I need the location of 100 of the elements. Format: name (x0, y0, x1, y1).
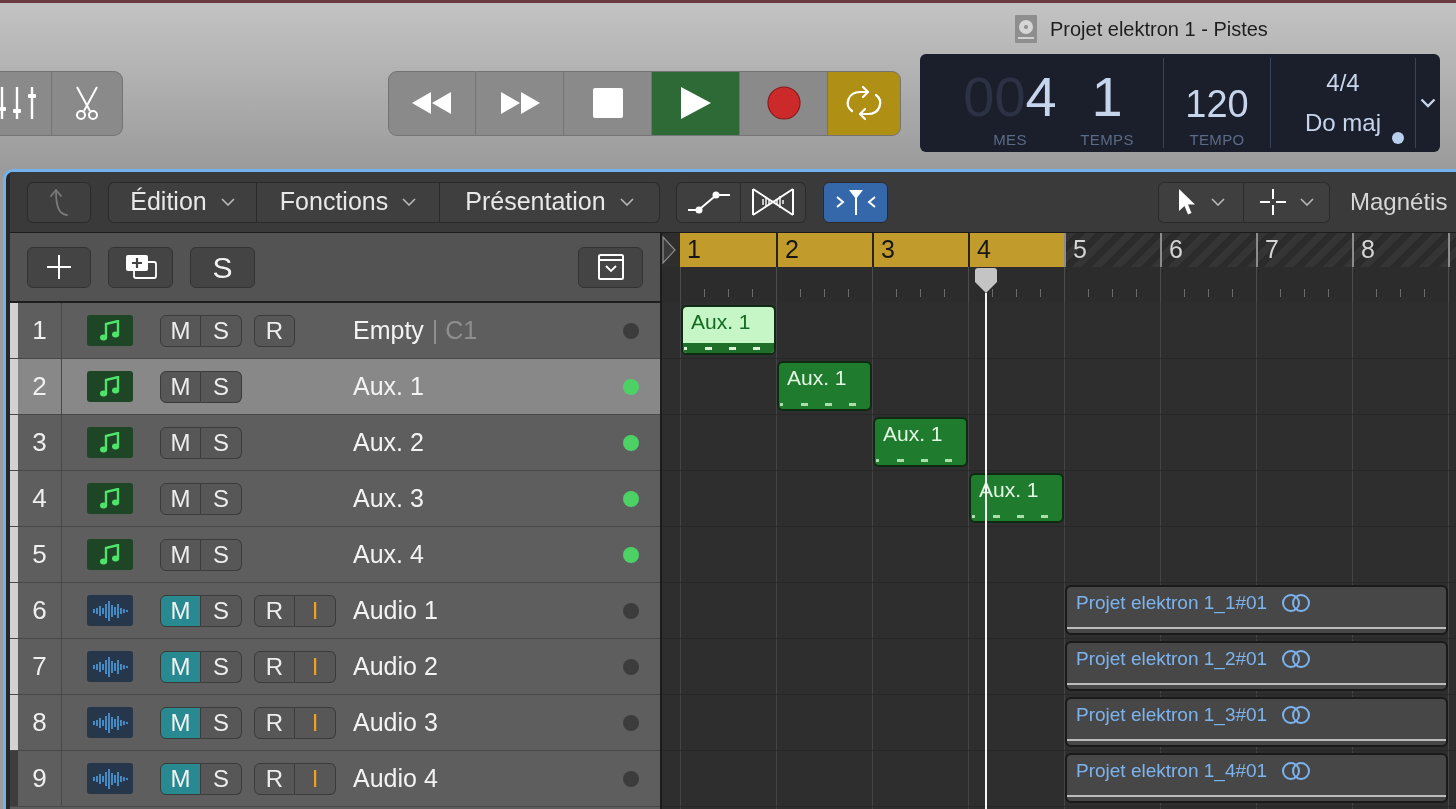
time-signature: 4/4 (1326, 68, 1360, 98)
track-header[interactable]: 8 M S R I Audio 3 (10, 695, 660, 751)
record-enable-button[interactable]: R (254, 706, 295, 739)
solo-button[interactable]: S (201, 538, 242, 571)
waveform-icon (87, 595, 133, 626)
audio-region[interactable]: Projet elektron 1_1#01 (1065, 585, 1448, 635)
midi-region[interactable]: Aux. 1 (777, 361, 872, 411)
midi-region[interactable]: Aux. 1 (873, 417, 968, 467)
track-header[interactable]: 2 M S Aux. 1 (10, 359, 660, 415)
menu-dropdown[interactable]: Fonctions (257, 181, 440, 223)
waveform-icon (87, 763, 133, 794)
pointer-icon (1177, 188, 1197, 216)
input-monitor-button[interactable]: I (295, 650, 336, 683)
tool-menu-button[interactable] (1158, 181, 1244, 223)
snap-label[interactable]: Magnétis (1350, 184, 1448, 220)
waveform-icon (87, 651, 133, 682)
record-icon (766, 86, 801, 120)
track-header[interactable]: 3 M S Aux. 2 (10, 415, 660, 471)
play-icon (680, 87, 711, 119)
mute-button[interactable]: M (160, 482, 201, 515)
solo-button[interactable]: S (201, 426, 242, 459)
track-number: 6 (18, 583, 62, 638)
record-enable-button[interactable]: R (254, 314, 295, 347)
solo-button[interactable]: S (201, 370, 242, 403)
midi-region[interactable]: Aux. 1 (681, 305, 776, 355)
chevron-down-icon (220, 198, 235, 206)
chevron-down-icon (619, 198, 634, 206)
ruler-bar[interactable]: 4 (968, 233, 1064, 267)
playhead-handle-icon[interactable] (975, 268, 997, 293)
menu-dropdown[interactable]: Présentation (440, 181, 660, 223)
tool-menu-button[interactable] (1244, 181, 1330, 223)
music-note-icon (87, 427, 133, 458)
mute-button[interactable]: M (160, 538, 201, 571)
track-name: Aux. 4 (353, 538, 424, 570)
audio-region[interactable]: Projet elektron 1_2#01 (1065, 641, 1448, 691)
scissors-button[interactable] (52, 70, 123, 136)
solo-button[interactable]: S (201, 706, 242, 739)
mute-button[interactable]: M (160, 650, 201, 683)
ruler-bar[interactable]: 8 (1352, 233, 1448, 267)
track-header[interactable]: 7 M S R I Audio 2 (10, 639, 660, 695)
funnel-arrows-icon (834, 188, 877, 216)
duplicate-track-button[interactable] (108, 246, 173, 288)
input-monitor-button[interactable]: I (295, 762, 336, 795)
solo-button[interactable]: S (201, 482, 242, 515)
play-button[interactable] (652, 70, 740, 136)
global-solo-button[interactable]: S (190, 246, 255, 288)
ruler-bar[interactable]: 7 (1256, 233, 1352, 267)
solo-button[interactable]: S (201, 650, 242, 683)
menu-dropdown[interactable]: Édition (108, 181, 257, 223)
track-header[interactable]: 9 M S R I Audio 4 (10, 751, 660, 807)
input-monitor-button[interactable]: I (295, 706, 336, 739)
note-dashes-icon (683, 343, 774, 353)
mute-button[interactable]: M (160, 370, 201, 403)
automation-button[interactable] (676, 181, 741, 223)
tempo-label: TEMPO (1189, 132, 1245, 148)
fast-forward-button[interactable] (476, 70, 564, 136)
chevron-down-icon (1420, 98, 1436, 108)
track-header[interactable]: 6 M S R I Audio 1 (10, 583, 660, 639)
linked-circles-icon (1281, 593, 1312, 613)
mute-button[interactable]: M (160, 762, 201, 795)
track-name: Aux. 3 (353, 482, 424, 514)
mute-button[interactable]: M (160, 426, 201, 459)
ruler-bar[interactable] (1448, 233, 1456, 267)
track-name: Audio 1 (353, 594, 438, 626)
solo-button[interactable]: S (201, 762, 242, 795)
record-enable-button[interactable]: R (254, 594, 295, 627)
add-track-button[interactable] (27, 246, 91, 288)
flex-button[interactable] (741, 181, 806, 223)
track-number: 4 (18, 471, 62, 526)
track-number: 1 (18, 303, 62, 358)
duplicate-icon (123, 254, 158, 280)
track-header[interactable]: 5 M S Aux. 4 (10, 527, 660, 583)
chevron-down-icon (1211, 198, 1225, 206)
collapse-button[interactable] (578, 246, 643, 288)
ruler-bar[interactable]: 1 (680, 233, 776, 267)
ruler-bar[interactable]: 3 (872, 233, 968, 267)
track-header[interactable]: 4 M S Aux. 3 (10, 471, 660, 527)
fast-forward-icon (499, 91, 540, 115)
input-monitor-button[interactable]: I (295, 594, 336, 627)
music-note-icon (87, 483, 133, 514)
ruler-bar[interactable]: 2 (776, 233, 872, 267)
music-note-icon (87, 315, 133, 346)
solo-button[interactable]: S (201, 594, 242, 627)
stop-button[interactable] (564, 70, 652, 136)
mute-button[interactable]: M (160, 706, 201, 739)
record-enable-button[interactable]: R (254, 762, 295, 795)
ruler-bar[interactable]: 6 (1160, 233, 1256, 267)
mixer-button[interactable] (0, 70, 52, 136)
ruler-bar[interactable]: 5 (1064, 233, 1160, 267)
rewind-button[interactable] (388, 70, 476, 136)
catch-button[interactable] (823, 181, 888, 223)
bar-value: 4 (1025, 68, 1057, 126)
record-enable-button[interactable]: R (254, 650, 295, 683)
mute-button[interactable]: M (160, 314, 201, 347)
crosshair-icon (1259, 189, 1286, 215)
cycle-button[interactable] (828, 70, 901, 136)
audio-region[interactable]: Projet elektron 1_4#01 (1065, 753, 1448, 803)
solo-button[interactable]: S (201, 314, 242, 347)
audio-region[interactable]: Projet elektron 1_3#01 (1065, 697, 1448, 747)
mute-button[interactable]: M (160, 594, 201, 627)
